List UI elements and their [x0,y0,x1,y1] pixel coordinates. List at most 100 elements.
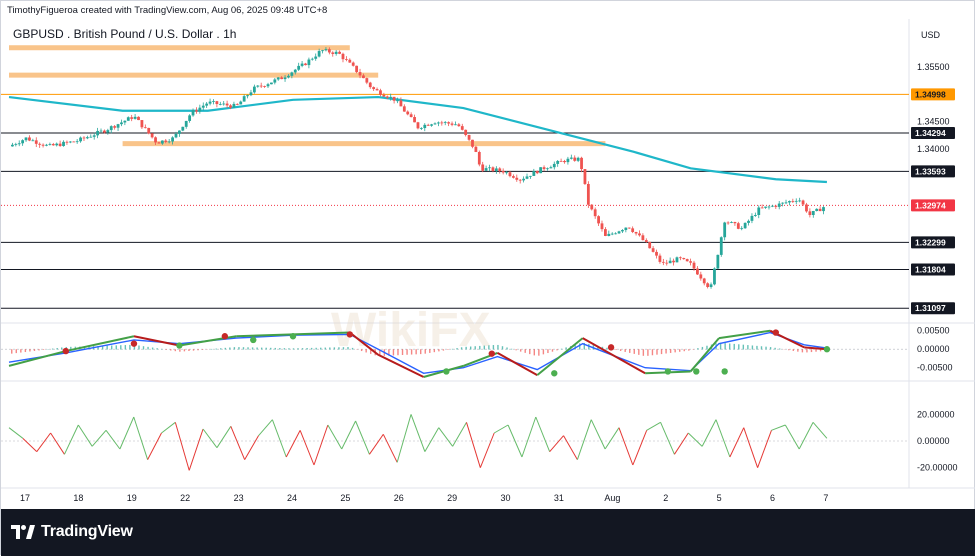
osc-line-segment [411,414,425,451]
macd-histogram-bar [29,349,30,351]
macd-histogram-bar [243,347,244,349]
candle-body [42,145,45,146]
candle-body [795,201,798,202]
macd-histogram-bar [11,349,12,353]
tradingview-logo[interactable]: TradingView [11,523,133,541]
macd-histogram-bar [420,349,421,354]
macd-cross-marker [443,368,449,374]
candle-body [662,262,665,263]
candle-body [774,206,777,207]
candle-body [117,124,120,128]
macd-histogram-bar [620,349,621,351]
macd-line-segment [583,338,645,373]
candle-body [440,123,443,124]
macd-cross-marker [347,331,353,337]
macd-cross-marker [250,337,256,343]
osc-line-segment [536,417,550,452]
macd-histogram-bar [561,349,562,350]
candle-body [188,115,191,121]
candle-body [181,127,184,131]
macd-histogram-bar [25,349,26,352]
macd-histogram-bar [197,349,198,350]
candle-body [345,59,348,60]
osc-line-segment [356,421,370,454]
candle-body [45,145,48,146]
osc-line-segment [494,425,508,433]
candle-body [243,96,246,101]
horizontal-levels[interactable] [1,94,909,308]
candle-body [48,144,51,145]
candle-body [308,60,311,66]
macd-line-segment [691,338,719,371]
osc-line-segment [120,417,134,449]
candle-body [546,168,549,169]
osc-line-segment [51,433,65,454]
candle-body [284,77,287,79]
macd-histogram-bar [652,349,653,355]
macd-cross-marker [222,333,228,339]
candle-body [233,104,236,108]
candle-body [168,141,171,142]
osc-line-segment [813,422,827,438]
candle-body [376,89,379,90]
candle-body [212,101,215,102]
candle-body [62,142,65,146]
currency-label: USD [921,30,941,40]
macd-histogram-bar [429,349,430,353]
candle-body [52,144,55,145]
candle-body [621,230,624,231]
candle-body [669,261,672,263]
candle-body [103,131,106,133]
candle-body [335,52,338,54]
macd-line-segment [9,351,66,366]
macd-histogram-bar [220,348,221,349]
osc-line-segment [286,430,300,457]
candle-body [301,64,304,66]
macd-tick-label: 0.00000 [917,344,950,354]
macd-histogram-bar [365,349,366,352]
candle-body [451,124,454,125]
osc-line-segment [106,430,120,449]
chart-frame: TimothyFigueroa created with TradingView… [0,0,975,555]
macd-histogram-bar [229,347,230,349]
macd-histogram-bar [515,349,516,350]
candle-body [740,228,743,229]
macd-histogram-bar [656,349,657,354]
macd-histogram-bar [306,348,307,350]
candle-body [481,164,484,170]
macd-histogram-bar [293,348,294,349]
osc-line-segment [564,436,578,460]
price-tag-label: 1.32299 [915,237,946,247]
macd-histogram-bar [638,349,639,355]
macd-histogram-bar [670,349,671,353]
candle-body [355,66,358,72]
candle-body [553,164,556,167]
candle-body [413,117,416,122]
macd-histogram-bar [729,343,730,349]
macd-histogram-bar [152,348,153,350]
time-tick-label: 26 [394,493,404,503]
macd-histogram-bar [511,349,512,350]
candle-body [699,274,702,278]
macd-tick-label: -0.00500 [917,363,953,373]
macd-histogram-bar [343,347,344,349]
osc-line-segment [688,433,702,446]
macd-histogram-bar [170,349,171,350]
candle-body [325,49,328,50]
chart-title: GBPUSD . British Pound / U.S. Dollar . 1… [13,27,236,41]
candle-body [672,261,675,263]
osc-line-segment [522,417,536,457]
candle-body [761,208,764,209]
candle-body [151,133,154,137]
macd-histogram-bar [684,349,685,351]
candle-body [277,77,280,79]
macd-histogram-bar [488,345,489,349]
candle-body [638,233,641,235]
macd-cross-marker [551,370,557,376]
candle-body [86,137,89,138]
chart-canvas[interactable]: WikiFX GBPUSD . British Pound / U.S. Dol… [1,1,975,509]
macd-cross-marker [290,333,296,339]
macd-histogram-bar [288,348,289,349]
macd-cross-marker [721,368,727,374]
macd-histogram-bar [334,347,335,349]
